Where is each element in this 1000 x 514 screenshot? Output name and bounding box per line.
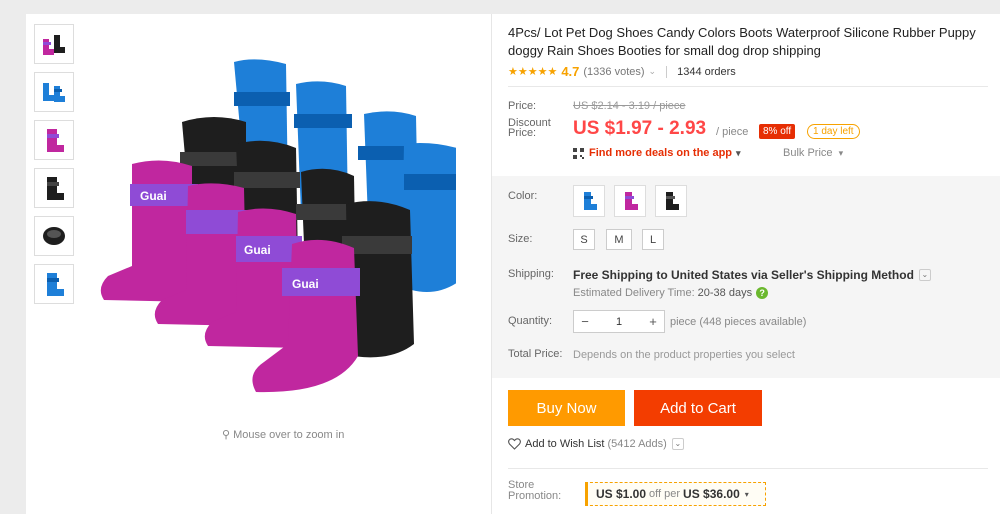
quantity-label: Quantity: <box>508 315 553 327</box>
size-label: Size: <box>508 233 533 245</box>
per-piece-unit: / piece <box>716 126 749 138</box>
shipping-method[interactable]: Free Shipping to United States via Selle… <box>573 268 931 282</box>
wishlist-link[interactable]: Add to Wish List (5412 Adds) ⌄ <box>508 438 684 450</box>
increase-quantity-button[interactable]: + <box>642 314 664 329</box>
store-coupon-dropdown[interactable]: US $1.00 off per US $36.00 ▾ <box>585 482 766 506</box>
product-page: Guai Guai Guai ⚲ Mouse over to zoom in 4P… <box>0 0 1000 514</box>
color-label: Color: <box>508 190 538 202</box>
delivery-estimate: Estimated Delivery Time: 20-38 days ? <box>573 287 769 299</box>
buy-now-button[interactable]: Buy Now <box>508 390 625 426</box>
zoom-hint: ⚲ Mouse over to zoom in <box>222 428 344 441</box>
orders-count: 1344 orders <box>677 65 736 78</box>
quantity-input[interactable]: 1 <box>596 316 642 328</box>
wishlist-count: (5412 Adds) <box>607 438 667 450</box>
thumbnail-blue-shoe[interactable] <box>34 264 74 304</box>
original-price: US $2.14 - 3.19 / piece <box>573 100 686 112</box>
bulk-price-link[interactable]: Bulk Price ▾ <box>783 147 843 159</box>
zoom-hint-text: Mouse over to zoom in <box>233 429 345 441</box>
promo-label-line2: Promotion: <box>508 490 562 502</box>
shipping-text: Free Shipping to United States via Selle… <box>573 268 914 282</box>
size-option-m[interactable]: M <box>606 229 632 250</box>
shipping-chevron-icon[interactable]: ⌄ <box>918 269 931 281</box>
rating-row: ★★★★★ 4.7 (1336 votes) ⌄ 1344 orders <box>508 64 736 79</box>
qr-code-icon <box>573 147 584 159</box>
discount-price: US $1.97 - 2.93 <box>573 118 707 139</box>
heart-icon <box>508 438 521 450</box>
total-price-text: Depends on the product properties you se… <box>573 349 795 361</box>
thumbnail-black-shoe-top[interactable] <box>34 216 74 256</box>
size-option-l[interactable]: L <box>642 229 664 250</box>
size-option-s[interactable]: S <box>573 229 595 250</box>
color-option-black[interactable] <box>655 185 687 217</box>
svg-text:Guai: Guai <box>292 277 319 291</box>
coupon-amount: US $1.00 <box>596 487 647 501</box>
color-option-blue[interactable] <box>573 185 605 217</box>
decrease-quantity-button[interactable]: − <box>574 314 596 329</box>
color-option-purple[interactable] <box>614 185 646 217</box>
wishlist-text: Add to Wish List <box>525 438 605 450</box>
delivery-days: 20-38 days <box>697 287 753 299</box>
image-gallery: Guai Guai Guai ⚲ Mouse over to zoom in <box>26 14 491 514</box>
product-info-panel: 4Pcs/ Lot Pet Dog Shoes Candy Colors Boo… <box>491 14 1000 514</box>
product-title: 4Pcs/ Lot Pet Dog Shoes Candy Colors Boo… <box>508 25 976 58</box>
wishlist-chevron-icon[interactable]: ⌄ <box>671 438 684 450</box>
deals-text: Find more deals on the app <box>589 147 733 159</box>
svg-text:Guai: Guai <box>140 189 167 203</box>
bulk-price-text: Bulk Price <box>783 147 833 159</box>
rating-score: 4.7 <box>561 64 580 79</box>
thumbnail-pink-black-shoes[interactable] <box>34 24 74 64</box>
store-promotion-label: Store Promotion: <box>508 480 561 502</box>
thumbnail-black-shoe[interactable] <box>34 168 74 208</box>
deals-chevron-icon: ▾ <box>736 147 741 158</box>
app-deals-link[interactable]: Find more deals on the app ▾ <box>573 147 741 159</box>
rating-votes[interactable]: (1336 votes) <box>583 66 644 78</box>
coupon-chevron-icon: ▾ <box>744 489 749 499</box>
divider <box>666 65 668 78</box>
divider <box>508 468 988 469</box>
discount-label-line2: Price: <box>508 127 537 139</box>
thumbnail-pink-shoe[interactable] <box>34 120 74 160</box>
coupon-threshold: US $36.00 <box>683 487 740 501</box>
thumbnail-list <box>34 24 76 312</box>
days-left-badge: 1 day left <box>807 124 860 139</box>
shipping-label: Shipping: <box>508 268 554 280</box>
quantity-stepper: − 1 + <box>573 310 665 333</box>
delivery-label: Estimated Delivery Time: <box>573 287 695 299</box>
total-price-label: Total Price: <box>508 348 563 360</box>
coupon-middle-text: off per <box>649 488 681 500</box>
thumbnail-blue-shoes[interactable] <box>34 72 74 112</box>
availability-text: piece (448 pieces available) <box>670 316 807 328</box>
product-main-image[interactable]: Guai Guai Guai <box>96 44 456 404</box>
price-label: Price: <box>508 100 537 112</box>
votes-chevron-icon[interactable]: ⌄ <box>649 66 657 77</box>
discount-badge: 8% off <box>759 124 796 139</box>
help-icon[interactable]: ? <box>756 287 769 299</box>
star-rating-icon: ★★★★★ <box>508 66 558 78</box>
divider <box>508 86 988 87</box>
bulk-chevron-icon: ▾ <box>838 148 844 158</box>
discount-price-label: Discount Price: <box>508 118 551 139</box>
magnifier-icon: ⚲ <box>222 429 231 441</box>
add-to-cart-button[interactable]: Add to Cart <box>634 390 762 426</box>
svg-text:Guai: Guai <box>244 243 271 257</box>
top-strip <box>0 0 1000 14</box>
